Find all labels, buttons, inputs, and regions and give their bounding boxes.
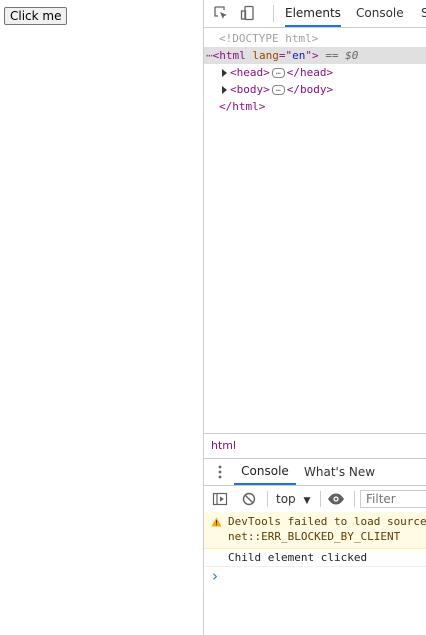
html-open-tag: <html: [212, 49, 246, 62]
expand-triangle-icon[interactable]: [222, 86, 227, 94]
lang-value: en: [292, 49, 306, 62]
toolbar-divider: [273, 5, 274, 22]
drawer-tab-whats-new[interactable]: What's New: [304, 459, 375, 485]
collapsed-ellipsis-icon[interactable]: [271, 80, 285, 97]
clear-console-icon[interactable]: [241, 491, 257, 507]
body-node[interactable]: <body> </body>: [204, 80, 426, 98]
expand-triangle-icon[interactable]: [222, 69, 227, 77]
console-prompt[interactable]: ›: [204, 567, 426, 587]
live-expression-eye-icon[interactable]: [327, 492, 345, 506]
context-label: top: [276, 492, 296, 506]
toolbar-divider: [354, 491, 355, 507]
inspect-element-icon[interactable]: [213, 5, 229, 21]
doctype-node[interactable]: <!DOCTYPE html>: [204, 30, 426, 47]
elements-tree: <!DOCTYPE html> ⋯<html lang="en"> == $0 …: [204, 28, 426, 432]
warning-text-line1: DevTools failed to load source: [228, 515, 426, 528]
head-open-tag: <head>: [230, 66, 270, 79]
toolbar-divider: [267, 491, 268, 507]
devtools-toolbar: Elements Console S: [204, 0, 426, 28]
doctype-text: <!DOCTYPE html>: [219, 32, 319, 45]
drawer-menu-icon[interactable]: [218, 465, 222, 479]
selected-marker: == $0: [318, 49, 359, 62]
console-toolbar: top ▼: [204, 486, 426, 513]
tab-console[interactable]: Console: [356, 0, 404, 27]
dropdown-arrow-icon: ▼: [303, 496, 311, 506]
console-filter-input[interactable]: [360, 490, 426, 508]
body-close-tag: </body>: [286, 83, 334, 96]
collapsed-ellipsis-icon[interactable]: [271, 63, 285, 80]
html-close-tag: </html>: [219, 100, 266, 113]
log-text: Child element clicked: [228, 551, 368, 564]
drawer-tabbar: Console What's New: [204, 459, 426, 486]
click-me-button[interactable]: Click me: [4, 7, 68, 25]
html-node[interactable]: ⋯<html lang="en"> == $0: [204, 47, 426, 64]
drawer-tab-console[interactable]: Console: [234, 459, 296, 485]
prompt-chevron-icon: ›: [212, 567, 218, 585]
breadcrumb: html: [204, 433, 426, 459]
devtools-panel: Elements Console S <!DOCTYPE html> ⋯<htm…: [203, 0, 426, 635]
toolbar-divider: [320, 491, 321, 507]
html-bracket: ">: [305, 49, 319, 62]
body-open-tag: <body>: [230, 83, 270, 96]
console-warning-message: DevTools failed to load source net::ERR_…: [204, 512, 426, 549]
head-node[interactable]: <head> </head>: [204, 63, 426, 81]
html-close-node[interactable]: </html>: [204, 98, 426, 115]
context-selector[interactable]: top ▼: [276, 486, 310, 512]
warning-text-line2: net::ERR_BLOCKED_BY_CLIENT: [228, 530, 401, 543]
show-sidebar-icon[interactable]: [212, 491, 228, 507]
device-toolbar-icon[interactable]: [240, 5, 256, 21]
lang-attr: lang: [245, 49, 279, 62]
tab-sources[interactable]: S: [421, 0, 426, 27]
console-log-message: Child element clicked: [204, 548, 426, 567]
page-viewport: Click me: [0, 0, 203, 635]
tab-elements[interactable]: Elements: [285, 0, 341, 27]
more-actions-icon[interactable]: ⋯: [206, 49, 213, 62]
head-close-tag: </head>: [286, 66, 334, 79]
lang-eq: =": [278, 49, 293, 62]
breadcrumb-html[interactable]: html: [211, 434, 236, 458]
warning-icon: [211, 517, 222, 527]
